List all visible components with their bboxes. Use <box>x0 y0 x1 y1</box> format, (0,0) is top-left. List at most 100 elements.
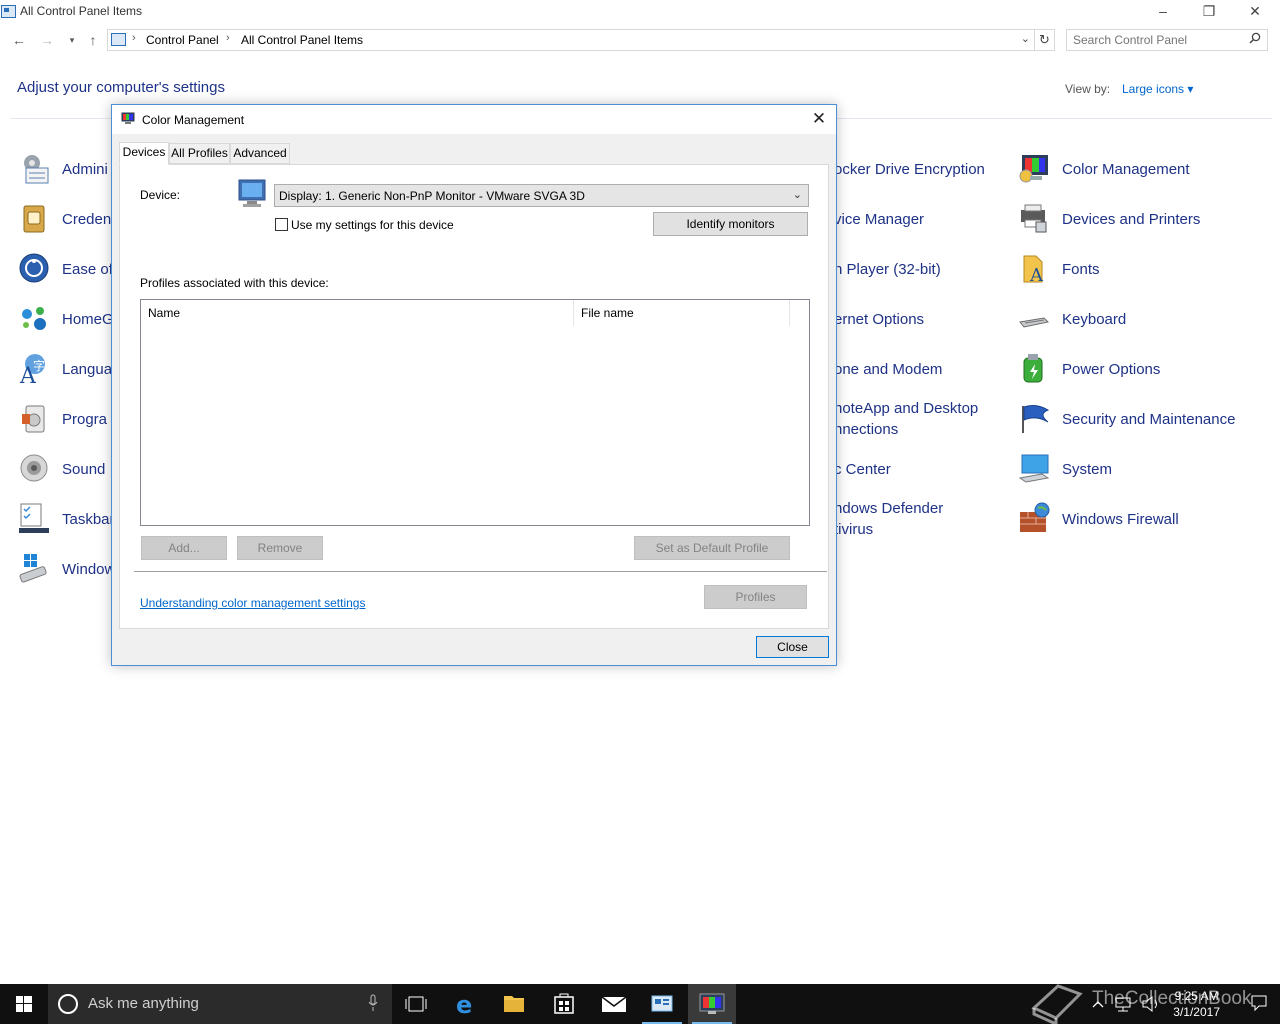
credential-manager-icon <box>23 205 45 233</box>
tab-devices[interactable]: Devices <box>119 142 169 165</box>
monitor-icon <box>238 179 266 207</box>
store-icon <box>554 993 574 1014</box>
device-dropdown[interactable]: Display: 1. Generic Non-PnP Monitor - VM… <box>274 184 809 207</box>
cp-item-label-line2: tivirus <box>834 521 874 538</box>
mail-icon <box>601 996 627 1012</box>
cp-item-label: Window <box>62 561 116 578</box>
color-management-icon <box>1019 155 1048 183</box>
task-view-icon <box>405 996 427 1012</box>
cp-item-label: System <box>1062 461 1113 478</box>
cp-item-label: Creden <box>62 211 112 228</box>
breadcrumb-all-items[interactable]: All Control Panel Items <box>241 33 363 47</box>
system-icon <box>1018 454 1050 483</box>
tab-advanced[interactable]: Advanced <box>230 143 290 164</box>
address-bar[interactable]: › Control Panel › All Control Panel Item… <box>107 29 1035 51</box>
recent-locations-chevron-icon[interactable]: ▾ <box>62 30 82 50</box>
cp-item-label: vice Manager <box>834 211 925 228</box>
profiles-label: Profiles associated with this device: <box>140 276 329 290</box>
back-arrow-icon[interactable]: ← <box>9 30 29 50</box>
microphone-icon[interactable] <box>368 994 378 1012</box>
cp-item-label: Fonts <box>1062 261 1100 278</box>
control-panel-icon <box>1 5 16 18</box>
taskbar-icon <box>19 503 49 533</box>
view-by-dropdown[interactable]: Large icons ▾ <box>1122 82 1193 96</box>
device-label: Device: <box>140 188 181 202</box>
address-dropdown-chevron-icon[interactable]: ⌄ <box>1021 32 1030 45</box>
edge-taskbar-button[interactable]: e <box>442 984 490 1024</box>
homegroup-icon <box>22 307 46 330</box>
column-header-file-name[interactable]: File name <box>574 300 790 326</box>
cp-item-label: ndows Defender <box>834 500 944 517</box>
search-box[interactable] <box>1066 29 1268 51</box>
fonts-icon: A <box>1023 255 1044 284</box>
breadcrumb-control-panel[interactable]: Control Panel <box>146 33 219 47</box>
cp-item-label: noteApp and Desktop <box>834 400 979 417</box>
search-input[interactable] <box>1073 32 1243 48</box>
cp-item-label: Color Management <box>1062 161 1190 178</box>
cp-item-label-line2: nnections <box>834 421 899 438</box>
device-dropdown-value: Display: 1. Generic Non-PnP Monitor - VM… <box>279 189 585 203</box>
cp-item-label: HomeG <box>62 311 114 328</box>
file-explorer-taskbar-button[interactable] <box>490 984 538 1024</box>
add-button[interactable]: Add... <box>141 536 227 560</box>
help-link[interactable]: Understanding color management settings <box>140 596 365 610</box>
tab-all-profiles[interactable]: All Profiles <box>169 143 230 164</box>
remove-button[interactable]: Remove <box>237 536 323 560</box>
chevron-down-icon: ⌄ <box>792 189 802 201</box>
windows-firewall-icon <box>1020 502 1050 532</box>
restore-button[interactable]: ❐ <box>1186 0 1232 24</box>
identify-monitors-button[interactable]: Identify monitors <box>653 212 808 236</box>
cp-item-label: Devices and Printers <box>1062 211 1201 228</box>
ease-of-access-icon <box>19 253 49 283</box>
cp-item-label: Power Options <box>1062 361 1161 378</box>
profiles-list[interactable]: Name File name <box>140 299 810 526</box>
breadcrumb-separator-icon: › <box>132 32 136 44</box>
column-header-name[interactable]: Name <box>141 300 574 326</box>
cp-item-label: Progra <box>62 411 108 428</box>
programs-icon <box>22 405 45 433</box>
cp-item-label: ernet Options <box>834 311 925 328</box>
page-title: Adjust your computer's settings <box>17 79 225 96</box>
store-taskbar-button[interactable] <box>540 984 588 1024</box>
color-management-taskbar-button[interactable] <box>688 984 736 1024</box>
close-icon[interactable]: ✕ <box>808 108 830 130</box>
use-my-settings-label[interactable]: Use my settings for this device <box>291 218 454 232</box>
power-options-icon <box>1023 354 1043 383</box>
forward-arrow-icon[interactable]: → <box>37 30 57 50</box>
address-toolbar: ← → ▾ ↑ › Control Panel › All Control Pa… <box>0 26 1280 54</box>
set-default-profile-button[interactable]: Set as Default Profile <box>634 536 790 560</box>
up-arrow-icon[interactable]: ↑ <box>83 30 103 50</box>
window-title: All Control Panel Items <box>20 4 143 18</box>
task-view-button[interactable] <box>392 984 440 1024</box>
control-panel-icon <box>111 33 126 46</box>
folder-icon <box>504 996 524 1012</box>
dialog-titlebar: Color Management ✕ <box>112 105 836 134</box>
search-icon[interactable] <box>1249 32 1261 47</box>
cp-item-label: ocker Drive Encryption <box>834 161 985 178</box>
cp-item-label: Admini <box>62 161 108 178</box>
administrative-tools-icon <box>24 155 49 184</box>
close-button[interactable]: Close <box>756 636 829 658</box>
profiles-button[interactable]: Profiles <box>704 585 807 609</box>
control-panel-icon <box>651 995 673 1012</box>
cp-item-label: Taskbar <box>62 511 115 528</box>
minimize-button[interactable]: – <box>1140 0 1186 24</box>
refresh-icon[interactable]: ↻ <box>1035 29 1055 51</box>
book-logo-icon <box>1031 984 1083 1027</box>
svg-text:A: A <box>1029 265 1044 284</box>
cp-item-label: one and Modem <box>834 361 943 378</box>
start-button[interactable] <box>0 984 48 1024</box>
breadcrumb-separator-icon: › <box>226 32 230 44</box>
close-window-button[interactable]: ✕ <box>1232 0 1278 24</box>
security-maintenance-icon <box>1022 405 1050 433</box>
cp-item-label: c Center <box>834 461 891 478</box>
mail-taskbar-button[interactable] <box>590 984 638 1024</box>
cortana-search-text: Ask me anything <box>88 995 199 1012</box>
control-panel-taskbar-button[interactable] <box>638 984 686 1024</box>
window-titlebar: All Control Panel Items – ❐ ✕ <box>0 0 1280 24</box>
use-my-settings-checkbox[interactable] <box>275 218 288 231</box>
color-management-icon <box>699 993 725 1014</box>
cp-item-label: Keyboard <box>1062 311 1127 328</box>
cortana-search-box[interactable]: Ask me anything <box>48 984 392 1024</box>
dialog-divider <box>134 571 827 572</box>
